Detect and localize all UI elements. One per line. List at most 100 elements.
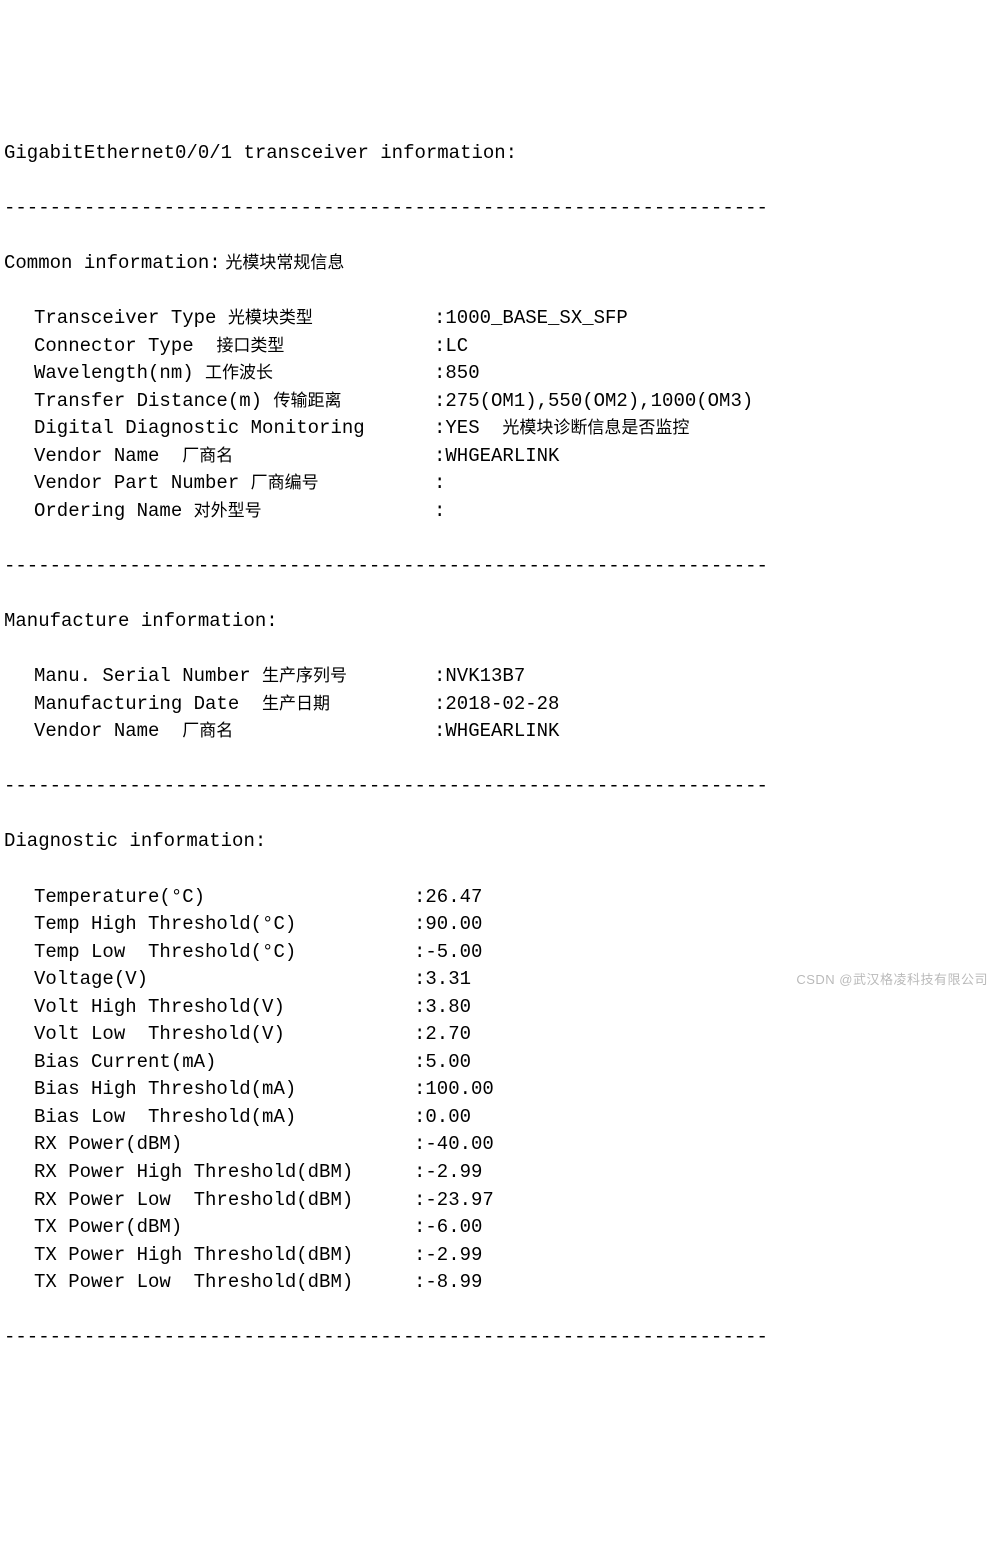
info-value: : [434, 470, 445, 498]
info-value: : [434, 498, 445, 526]
label-en: Manufacturing Date [34, 693, 262, 715]
common-heading: Common information: 光模块常规信息 [4, 250, 996, 278]
label-en: Transfer Distance(m) [34, 390, 273, 412]
info-value: :90.00 [414, 911, 482, 939]
watermark: CSDN @武汉格凌科技有限公司 [796, 971, 988, 990]
info-label: Connector Type 接口类型 [4, 333, 434, 361]
info-value: :2.70 [414, 1021, 471, 1049]
info-row: Ordering Name 对外型号: [4, 498, 996, 526]
info-value: :NVK13B7 [434, 663, 525, 691]
info-value: :WHGEARLINK [434, 443, 559, 471]
value-tail-en: WHGEARLINK [445, 445, 559, 467]
value-text: : [434, 472, 445, 494]
label-en: Digital Diagnostic Monitoring [34, 417, 365, 439]
label-cn: 对外型号 [194, 501, 262, 520]
info-value: :-40.00 [414, 1131, 494, 1159]
info-label: Vendor Name 厂商名 [4, 718, 434, 746]
value-text: : [434, 445, 445, 467]
diagnostic-heading: Diagnostic information: [4, 828, 996, 856]
label-en: Manu. Serial Number [34, 665, 262, 687]
info-value: :0.00 [414, 1104, 471, 1132]
value-text: :850 [434, 362, 480, 384]
info-label: Vendor Part Number 厂商编号 [4, 470, 434, 498]
common-heading-cn: 光模块常规信息 [221, 253, 345, 272]
info-value: :-5.00 [414, 939, 482, 967]
common-rows: Transceiver Type 光模块类型:1000_BASE_SX_SFPC… [4, 305, 996, 525]
info-label: Manu. Serial Number 生产序列号 [4, 663, 434, 691]
info-row: RX Power(dBM):-40.00 [4, 1131, 996, 1159]
info-row: Temperature(°C):26.47 [4, 884, 996, 912]
info-value: :1000_BASE_SX_SFP [434, 305, 628, 333]
info-label: Bias High Threshold(mA) [4, 1076, 414, 1104]
terminal-output: GigabitEthernet0/0/1 transceiver informa… [4, 112, 996, 1379]
info-label: RX Power(dBM) [4, 1131, 414, 1159]
value-text: :275(OM1),550(OM2),1000(OM3) [434, 390, 753, 412]
info-label: Volt High Threshold(V) [4, 994, 414, 1022]
info-row: Bias Current(mA):5.00 [4, 1049, 996, 1077]
info-value: :3.80 [414, 994, 471, 1022]
info-value: :850 [434, 360, 480, 388]
info-value: :-6.00 [414, 1214, 482, 1242]
info-row: Bias High Threshold(mA):100.00 [4, 1076, 996, 1104]
label-cn: 厂商名 [182, 721, 233, 740]
label-en: Transceiver Type [34, 307, 228, 329]
info-value: :LC [434, 333, 468, 361]
label-cn: 厂商编号 [251, 473, 319, 492]
label-cn: 生产日期 [262, 694, 330, 713]
info-row: TX Power High Threshold(dBM):-2.99 [4, 1242, 996, 1270]
info-row: Vendor Part Number 厂商编号: [4, 470, 996, 498]
value-text: :2018-02-28 [434, 693, 559, 715]
info-label: Voltage(V) [4, 966, 414, 994]
value-text: :YES [434, 417, 502, 439]
info-value: :YES 光模块诊断信息是否监控 [434, 415, 689, 443]
label-cn: 厂商名 [182, 446, 233, 465]
info-label: TX Power(dBM) [4, 1214, 414, 1242]
info-label: Temp Low Threshold(°C) [4, 939, 414, 967]
info-label: Bias Low Threshold(mA) [4, 1104, 414, 1132]
label-en: Vendor Part Number [34, 472, 251, 494]
info-label: Manufacturing Date 生产日期 [4, 691, 434, 719]
info-label: RX Power High Threshold(dBM) [4, 1159, 414, 1187]
info-row: Temp Low Threshold(°C):-5.00 [4, 939, 996, 967]
info-label: Bias Current(mA) [4, 1049, 414, 1077]
label-en: Vendor Name [34, 720, 182, 742]
value-text: :1000_BASE_SX_SFP [434, 307, 628, 329]
label-en: Vendor Name [34, 445, 182, 467]
diagnostic-rows: Temperature(°C):26.47Temp High Threshold… [4, 884, 996, 1297]
info-row: Transceiver Type 光模块类型:1000_BASE_SX_SFP [4, 305, 996, 333]
info-label: Temperature(°C) [4, 884, 414, 912]
info-row: Vendor Name 厂商名:WHGEARLINK [4, 443, 996, 471]
info-label: Transfer Distance(m) 传输距离 [4, 388, 434, 416]
info-value: :2018-02-28 [434, 691, 559, 719]
info-value: :5.00 [414, 1049, 471, 1077]
value-tail-cn: 光模块诊断信息是否监控 [502, 418, 689, 437]
info-row: Digital Diagnostic Monitoring :YES 光模块诊断信… [4, 415, 996, 443]
label-en: Ordering Name [34, 500, 194, 522]
info-label: Transceiver Type 光模块类型 [4, 305, 434, 333]
common-heading-en: Common information: [4, 252, 221, 274]
value-text: : [434, 720, 445, 742]
dash-line: ----------------------------------------… [4, 1324, 996, 1352]
info-row: Volt High Threshold(V):3.80 [4, 994, 996, 1022]
info-value: :3.31 [414, 966, 471, 994]
label-en: Wavelength(nm) [34, 362, 205, 384]
value-text: :LC [434, 335, 468, 357]
manufacture-rows: Manu. Serial Number 生产序列号:NVK13B7Manufac… [4, 663, 996, 746]
info-label: RX Power Low Threshold(dBM) [4, 1187, 414, 1215]
value-tail-en: WHGEARLINK [445, 720, 559, 742]
info-label: Volt Low Threshold(V) [4, 1021, 414, 1049]
label-en: Connector Type [34, 335, 216, 357]
info-value: :-2.99 [414, 1159, 482, 1187]
info-row: Wavelength(nm) 工作波长:850 [4, 360, 996, 388]
info-label: Temp High Threshold(°C) [4, 911, 414, 939]
info-row: Manu. Serial Number 生产序列号:NVK13B7 [4, 663, 996, 691]
info-label: Digital Diagnostic Monitoring [4, 415, 434, 443]
info-value: :WHGEARLINK [434, 718, 559, 746]
label-cn: 生产序列号 [262, 666, 347, 685]
label-cn: 传输距离 [273, 391, 341, 410]
info-value: :-23.97 [414, 1187, 494, 1215]
info-row: RX Power High Threshold(dBM):-2.99 [4, 1159, 996, 1187]
value-text: : [434, 500, 445, 522]
info-value: :100.00 [414, 1076, 494, 1104]
value-text: :NVK13B7 [434, 665, 525, 687]
